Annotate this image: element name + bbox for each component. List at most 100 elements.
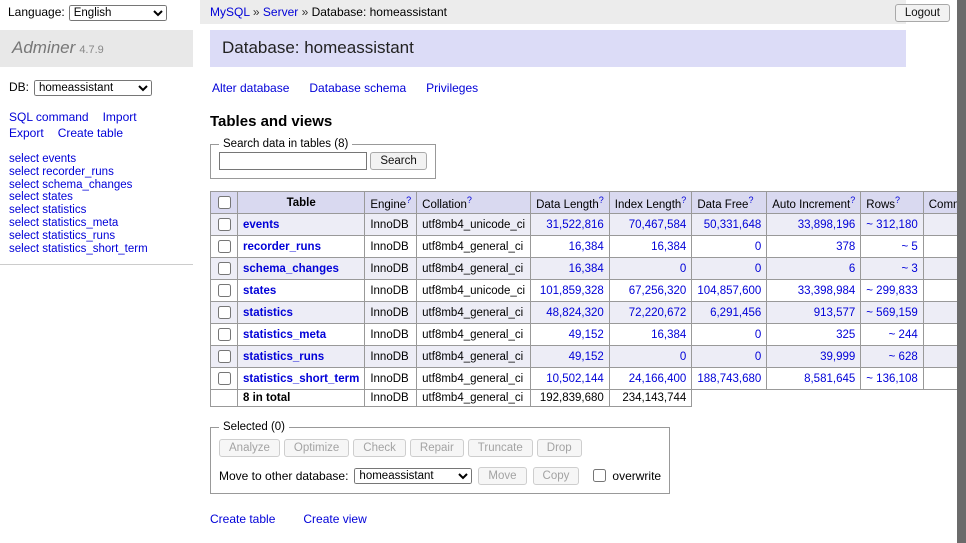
index-length-link[interactable]: 16,384 — [651, 329, 686, 341]
rows-link[interactable]: ~ 312,180 — [866, 219, 917, 231]
selected-action-button-drop[interactable]: Drop — [537, 439, 582, 457]
index-length-link[interactable]: 0 — [680, 263, 686, 275]
rows-link[interactable]: ~ 244 — [889, 329, 918, 341]
selected-action-button-optimize[interactable]: Optimize — [284, 439, 349, 457]
move-db-select[interactable]: homeassistant — [354, 468, 472, 484]
row-checkbox[interactable] — [218, 262, 231, 275]
sidebar-action-link[interactable]: Export — [9, 126, 44, 140]
rows-link[interactable]: ~ 299,833 — [866, 285, 917, 297]
rows-link[interactable]: ~ 136,108 — [866, 373, 917, 385]
db-select[interactable]: homeassistant — [34, 80, 152, 96]
selected-action-button-truncate[interactable]: Truncate — [468, 439, 533, 457]
language-select[interactable]: English — [69, 5, 167, 21]
data-length-link[interactable]: 16,384 — [569, 263, 604, 275]
data-length-link[interactable]: 16,384 — [569, 241, 604, 253]
db-nav-link[interactable]: Privileges — [426, 81, 478, 95]
auto-increment-link[interactable]: 39,999 — [820, 351, 855, 363]
db-nav-link[interactable]: Database schema — [309, 81, 406, 95]
overwrite-control[interactable]: overwrite — [589, 466, 661, 485]
help-link[interactable]: ? — [748, 195, 753, 205]
sidebar-action-link[interactable]: Create table — [58, 126, 123, 140]
sidebar-table-link[interactable]: select schema_changes — [9, 179, 193, 192]
sidebar-table-link[interactable]: select statistics — [9, 204, 193, 217]
auto-increment-link[interactable]: 33,398,984 — [798, 285, 856, 297]
index-length-link[interactable]: 67,256,320 — [629, 285, 687, 297]
table-name-link[interactable]: statistics_short_term — [243, 373, 359, 385]
rows-link[interactable]: ~ 569,159 — [866, 307, 917, 319]
table-name-link[interactable]: recorder_runs — [243, 241, 321, 253]
data-length-link[interactable]: 49,152 — [569, 351, 604, 363]
auto-increment-link[interactable]: 8,581,645 — [804, 373, 855, 385]
row-checkbox[interactable] — [218, 328, 231, 341]
logout-button[interactable]: Logout — [895, 4, 950, 22]
move-button[interactable]: Move — [478, 467, 526, 485]
scrollbar-thumb[interactable] — [957, 0, 966, 543]
table-name-link[interactable]: statistics_runs — [243, 351, 324, 363]
selected-action-button-repair[interactable]: Repair — [410, 439, 464, 457]
breadcrumb-link[interactable]: Server — [263, 5, 298, 19]
sidebar-table-link[interactable]: select recorder_runs — [9, 166, 193, 179]
index-length-link[interactable]: 0 — [680, 351, 686, 363]
search-button[interactable]: Search — [370, 152, 426, 170]
row-checkbox[interactable] — [218, 372, 231, 385]
data-free-link[interactable]: 0 — [755, 329, 761, 341]
rows-link[interactable]: ~ 5 — [901, 241, 917, 253]
row-checkbox[interactable] — [218, 350, 231, 363]
create-link[interactable]: Create table — [210, 512, 275, 526]
sidebar-table-link[interactable]: select statistics_meta — [9, 217, 193, 230]
sidebar-table-link[interactable]: select statistics_short_term — [9, 243, 193, 256]
data-free-link[interactable]: 6,291,456 — [710, 307, 761, 319]
overwrite-checkbox[interactable] — [593, 469, 606, 482]
sidebar-table-link[interactable]: select events — [9, 153, 193, 166]
data-length-link[interactable]: 48,824,320 — [546, 307, 604, 319]
auto-increment-link[interactable]: 33,898,196 — [798, 219, 856, 231]
help-link[interactable]: ? — [681, 195, 686, 205]
table-name-link[interactable]: statistics — [243, 307, 293, 319]
rows-link[interactable]: ~ 628 — [889, 351, 918, 363]
auto-increment-link[interactable]: 325 — [836, 329, 855, 341]
selected-action-button-check[interactable]: Check — [353, 439, 406, 457]
table-name-link[interactable]: states — [243, 285, 276, 297]
table-name-link[interactable]: schema_changes — [243, 263, 339, 275]
sidebar-table-link[interactable]: select statistics_runs — [9, 230, 193, 243]
copy-button[interactable]: Copy — [533, 467, 580, 485]
data-free-link[interactable]: 188,743,680 — [697, 373, 761, 385]
table-name-link[interactable]: events — [243, 219, 279, 231]
sidebar-action-link[interactable]: Import — [103, 110, 137, 124]
data-length-link[interactable]: 49,152 — [569, 329, 604, 341]
data-length-link[interactable]: 10,502,144 — [546, 373, 604, 385]
db-nav-link[interactable]: Alter database — [212, 81, 289, 95]
row-checkbox[interactable] — [218, 218, 231, 231]
index-length-link[interactable]: 70,467,584 — [629, 219, 687, 231]
help-link[interactable]: ? — [467, 195, 472, 205]
sidebar-table-link[interactable]: select states — [9, 191, 193, 204]
auto-increment-link[interactable]: 913,577 — [814, 307, 856, 319]
data-length-link[interactable]: 101,859,328 — [540, 285, 604, 297]
index-length-link[interactable]: 16,384 — [651, 241, 686, 253]
selected-action-button-analyze[interactable]: Analyze — [219, 439, 280, 457]
create-link[interactable]: Create view — [303, 512, 366, 526]
help-link[interactable]: ? — [895, 195, 900, 205]
auto-increment-link[interactable]: 6 — [849, 263, 855, 275]
search-input[interactable] — [219, 152, 367, 170]
index-length-link[interactable]: 72,220,672 — [629, 307, 687, 319]
sidebar-action-link[interactable]: SQL command — [9, 110, 89, 124]
row-checkbox[interactable] — [218, 306, 231, 319]
table-name-link[interactable]: statistics_meta — [243, 329, 326, 341]
help-link[interactable]: ? — [599, 195, 604, 205]
data-free-link[interactable]: 0 — [755, 263, 761, 275]
scrollbar[interactable] — [957, 0, 966, 543]
data-free-link[interactable]: 104,857,600 — [697, 285, 761, 297]
index-length-link[interactable]: 24,166,400 — [629, 373, 687, 385]
row-checkbox[interactable] — [218, 284, 231, 297]
data-free-link[interactable]: 50,331,648 — [704, 219, 762, 231]
row-checkbox[interactable] — [218, 240, 231, 253]
auto-increment-link[interactable]: 378 — [836, 241, 855, 253]
help-link[interactable]: ? — [850, 195, 855, 205]
breadcrumb-link[interactable]: MySQL — [210, 5, 250, 19]
help-link[interactable]: ? — [406, 195, 411, 205]
data-free-link[interactable]: 0 — [755, 351, 761, 363]
data-length-link[interactable]: 31,522,816 — [546, 219, 604, 231]
rows-link[interactable]: ~ 3 — [901, 263, 917, 275]
select-all-checkbox[interactable] — [218, 196, 231, 209]
